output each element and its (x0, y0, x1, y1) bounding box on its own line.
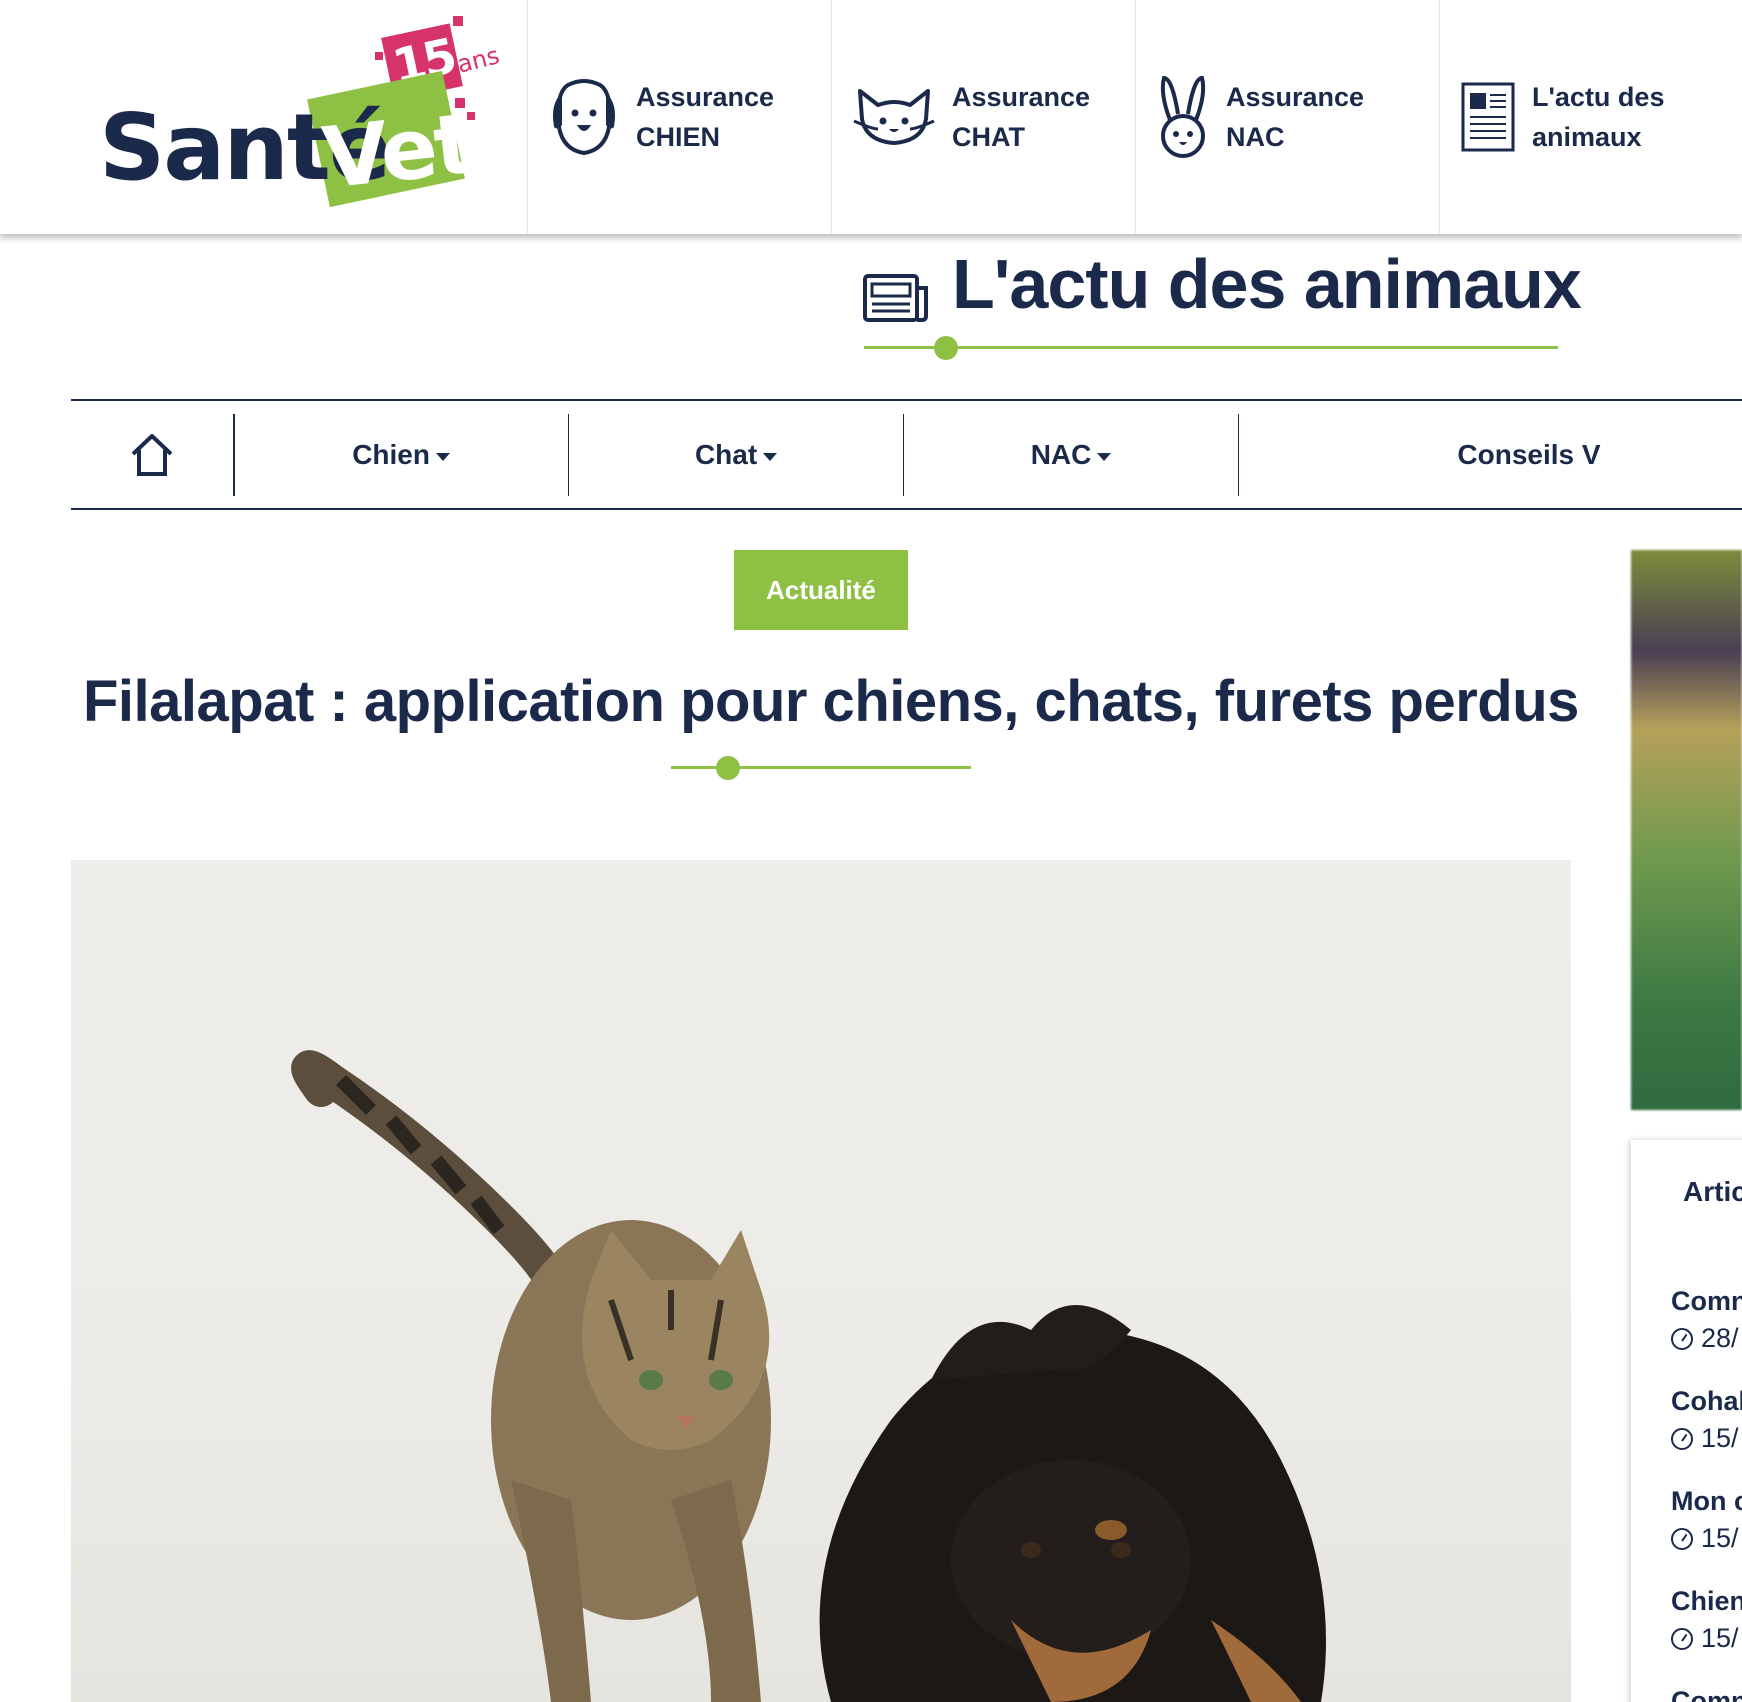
logo-wordmark-vet: Vet (318, 94, 477, 208)
sidebar-articles-card: Artic Comn 28/ Cohab 15/ Mon c 15/ Chien… (1631, 1140, 1742, 1702)
dog-icon (553, 79, 615, 156)
nav-label-line2: CHAT (952, 122, 1025, 152)
cat-icon (853, 89, 935, 145)
nav-assurance-chat[interactable]: Assurance CHAT (831, 0, 1135, 234)
logo-dot (375, 52, 383, 60)
section-underline-dot (934, 336, 958, 360)
sidebar-promo-image[interactable] (1631, 550, 1742, 1110)
category-label: Chien (352, 438, 430, 470)
sidebar-heading: Artic (1683, 1176, 1742, 1207)
sidebar-article-date: 15/ (1671, 1623, 1742, 1654)
nav-label-line1: Assurance (952, 82, 1091, 112)
nav-label: Assurance NAC (1226, 77, 1364, 157)
sidebar-article-title: Chien (1671, 1586, 1742, 1616)
sidebar-article-date: 15/ (1671, 1523, 1742, 1554)
sidebar-article-item[interactable]: Mon c 15/ (1671, 1486, 1742, 1554)
sidebar-article-date: 28/ (1671, 1323, 1742, 1354)
nav-label-line1: Assurance (1226, 82, 1365, 112)
newspaper-icon (1461, 82, 1515, 152)
nav-assurance-nac[interactable]: Assurance NAC (1135, 0, 1439, 234)
category-chien[interactable]: Chien (235, 401, 568, 508)
section-heading: L'actu des animaux (862, 244, 1582, 354)
section-underline (864, 346, 1558, 349)
home-icon (131, 433, 173, 476)
logo-dot (453, 16, 463, 26)
category-label: Chat (694, 438, 758, 470)
cat-and-dog-photo (291, 1050, 1326, 1702)
clock-icon (1671, 1327, 1693, 1350)
sidebar-date-text: 15/ (1701, 1423, 1739, 1453)
category-chat[interactable]: Chat (569, 401, 902, 508)
category-nav: Chien Chat NAC Conseils V (71, 399, 1742, 510)
sidebar-date-text: 28/ (1701, 1323, 1739, 1353)
category-nac[interactable]: NAC (904, 401, 1237, 508)
sidebar-article-title: Comn (1671, 1686, 1742, 1702)
nav-label: L'actu des animaux (1532, 77, 1664, 157)
sidebar-article-date: 15/ (1671, 1423, 1742, 1454)
product-nav: Assurance CHIEN Assurance CHAT Assurance… (527, 0, 1742, 234)
article-hero-image (71, 860, 1571, 1702)
sidebar-article-item[interactable]: Comn 28/ (1671, 1286, 1742, 1354)
newspaper-icon (863, 274, 928, 322)
sidebar-article-item[interactable]: Comn (1671, 1686, 1742, 1702)
sidebar-date-text: 15/ (1701, 1523, 1739, 1553)
caret-down-icon (763, 452, 778, 461)
clock-icon (1671, 1627, 1693, 1650)
site-header: 15 ans Santé Vet Assurance CHIEN Assuran… (0, 0, 1742, 234)
nav-label-line2: animaux (1532, 122, 1642, 152)
home-link[interactable] (71, 401, 233, 508)
nav-label-line1: Assurance (636, 82, 775, 112)
nav-label: Assurance CHIEN (636, 77, 774, 157)
clock-icon (1671, 1527, 1693, 1550)
article-tag-badge[interactable]: Actualité (734, 550, 908, 630)
caret-down-icon (435, 452, 450, 461)
category-label: Conseils V (1457, 438, 1601, 470)
nav-label-line1: L'actu des (1532, 82, 1665, 112)
nav-label-line2: CHIEN (636, 122, 721, 152)
sidebar-article-title: Cohab (1671, 1386, 1742, 1416)
article-title: Filalapat : application pour chiens, cha… (83, 669, 1579, 734)
sidebar-article-title: Mon c (1671, 1486, 1742, 1516)
anniversary-suffix: ans (454, 41, 503, 79)
nav-actu-animaux[interactable]: L'actu des animaux (1439, 0, 1742, 234)
sidebar-article-item[interactable]: Cohab 15/ (1671, 1386, 1742, 1454)
nav-label-line2: NAC (1226, 122, 1285, 152)
rabbit-icon (1160, 75, 1206, 158)
santevet-logo[interactable]: 15 ans Santé Vet (95, 12, 515, 212)
sidebar-article-item[interactable]: Chien 15/ (1671, 1586, 1742, 1654)
caret-down-icon (1097, 452, 1112, 461)
nav-assurance-chien[interactable]: Assurance CHIEN (527, 0, 831, 234)
category-conseils[interactable]: Conseils V (1239, 401, 1742, 508)
clock-icon (1671, 1427, 1693, 1450)
category-label: NAC (1030, 438, 1092, 470)
nav-label: Assurance CHAT (952, 77, 1090, 157)
title-underline-dot (716, 756, 740, 780)
sidebar-article-title: Comn (1671, 1286, 1742, 1316)
section-title: L'actu des animaux (952, 245, 1582, 323)
sidebar-date-text: 15/ (1701, 1623, 1739, 1653)
